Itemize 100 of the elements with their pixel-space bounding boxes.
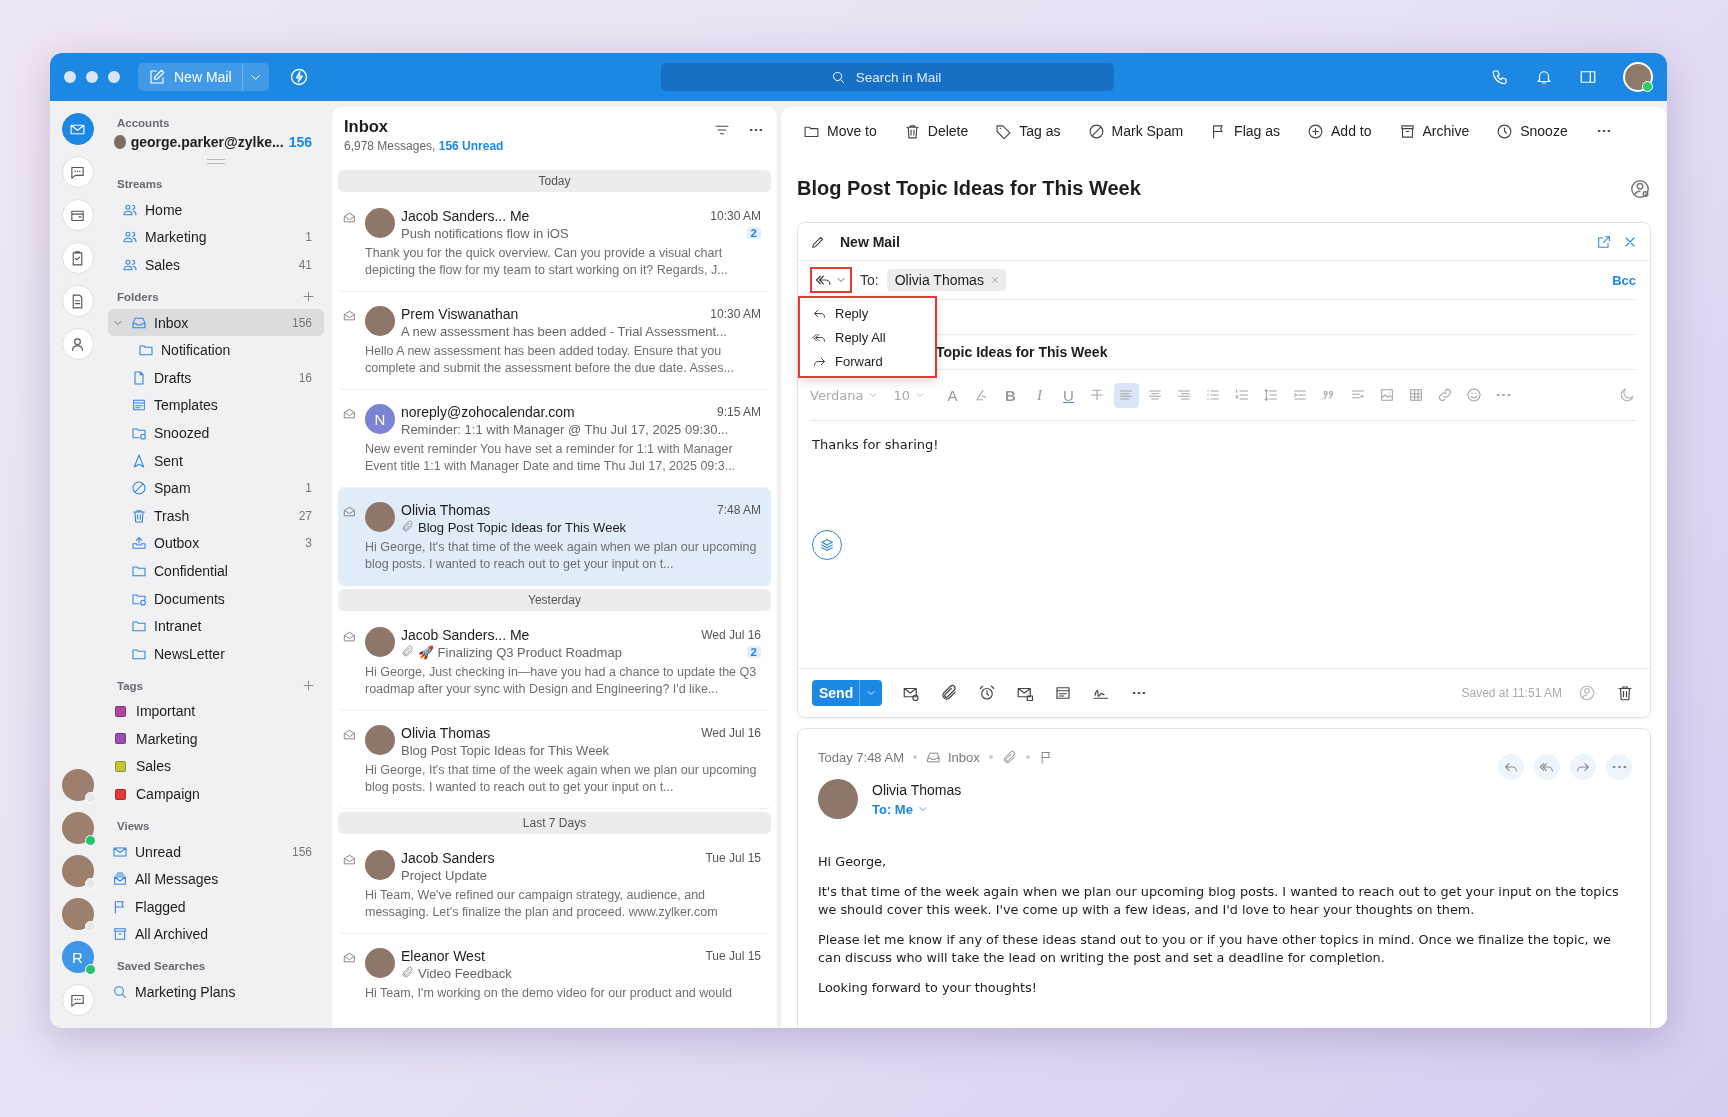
contact-avatar[interactable]: [61, 769, 94, 801]
sidebar-item[interactable]: Inbox 156: [108, 308, 324, 337]
account-item[interactable]: george.parker@zylke... 156: [108, 129, 324, 155]
forward-button[interactable]: [1570, 754, 1596, 780]
person-share-icon[interactable]: [1629, 177, 1651, 200]
add-icon[interactable]: [301, 289, 316, 305]
sidebar-item[interactable]: Snoozed: [108, 419, 324, 447]
paperclip-icon[interactable]: [940, 684, 959, 702]
user-avatar[interactable]: [1623, 62, 1653, 92]
sender-name: Jacob Sanders... Me: [401, 208, 530, 224]
sender-avatar: [365, 850, 395, 880]
trash-icon[interactable]: [1616, 684, 1634, 702]
menu-item[interactable]: Reply: [800, 301, 935, 325]
window-control[interactable]: [108, 71, 120, 83]
sidebar-item[interactable]: Spam 1: [108, 474, 324, 502]
message-folder: Inbox: [948, 749, 980, 765]
format-button[interactable]: [1113, 382, 1139, 408]
mail-item[interactable]: Eleanor West Tue Jul 15 Video Feedback Hi Team, I'm working on the demo video for our product and would: [338, 934, 771, 1028]
sidebar-item[interactable]: NewsLetter: [108, 639, 324, 668]
sender-avatar: [818, 779, 858, 819]
moon-icon[interactable]: [1618, 386, 1636, 404]
mail-item[interactable]: Jacob Sanders... Me 10:30 AM Push notifications flow in iOS 2 Thank you for the quick overview. Can you provide a visual chart depicting the flow for my team to start working on it? Regards, J...: [338, 194, 771, 292]
account-avatar: [114, 135, 126, 149]
send-options-button[interactable]: [859, 680, 883, 706]
sidebar-item[interactable]: Drafts 16: [108, 363, 324, 392]
person-share-icon[interactable]: [1578, 684, 1596, 702]
recipient-chip[interactable]: Olivia Thomas: [886, 269, 1006, 291]
sidebar-item[interactable]: Unread 156: [108, 837, 324, 866]
mail-time: 10:30 AM: [710, 209, 761, 223]
sidebar-item[interactable]: Marketing 1: [108, 223, 324, 252]
sidebar-item[interactable]: Confidential: [108, 557, 324, 585]
mail-item[interactable]: Olivia Thomas Wed Jul 16 Blog Post Topic Ideas for This Week Hi George, It's that time of the week again when we plan our upcoming blog posts. I wanted to reach out to get your input on t...: [338, 711, 771, 809]
contact-avatar[interactable]: [61, 812, 94, 844]
reply-mode-button[interactable]: [810, 267, 852, 293]
toolbar-button[interactable]: Tag as: [995, 122, 1061, 140]
toolbar-button[interactable]: Archive: [1398, 122, 1470, 140]
recipients-toggle[interactable]: To: Me: [872, 801, 962, 817]
item-count: 156: [291, 844, 312, 859]
sidebar-item[interactable]: Templates: [108, 391, 324, 420]
reply-all-button[interactable]: [1534, 754, 1560, 780]
sidebar-item[interactable]: All Messages: [108, 865, 324, 894]
mail-subject: A new assessment has been added - Trial Assessment...: [401, 324, 727, 339]
toolbar-button[interactable]: Delete: [903, 122, 969, 140]
app-switcher-button[interactable]: [61, 113, 94, 145]
contact-avatar[interactable]: [61, 855, 94, 887]
sender-name: noreply@zohocalendar.com: [401, 404, 575, 420]
resize-handle[interactable]: [207, 159, 225, 164]
chat-button[interactable]: [61, 984, 94, 1016]
search-field[interactable]: Search in Mail: [661, 63, 1114, 91]
sidebar-item[interactable]: Sent: [108, 446, 324, 475]
sidebar-item[interactable]: Notification: [108, 336, 324, 364]
link-icon: [1437, 387, 1454, 403]
alarm-clock-icon[interactable]: [978, 684, 997, 702]
pop-out-icon[interactable]: [1596, 233, 1612, 250]
unread-link[interactable]: 156 Unread: [438, 139, 504, 153]
bell-icon[interactable]: [1535, 68, 1553, 86]
sidebar-item[interactable]: Campaign: [108, 780, 324, 808]
sidebar-item[interactable]: Sales: [108, 752, 324, 781]
mail-preview: Hi Team, We've refined our campaign strategy, audience, and messaging. Let's finalize the plan and proceed. www.zylker.com: [365, 887, 719, 920]
window-control[interactable]: [64, 71, 76, 83]
sidebar-item[interactable]: Intranet: [108, 612, 324, 640]
lightning-icon[interactable]: [288, 67, 309, 87]
smiley-icon: [1466, 387, 1483, 403]
window-control[interactable]: [86, 71, 98, 83]
sidebar-item[interactable]: Important: [108, 697, 324, 726]
align-center-icon: [1147, 387, 1164, 403]
contact-avatar[interactable]: [61, 898, 94, 930]
envelope-icon: [343, 309, 356, 322]
menu-item[interactable]: Reply All: [800, 325, 935, 349]
item-count: 3: [305, 536, 312, 551]
toolbar-button[interactable]: Flag as: [1210, 122, 1281, 140]
line-spacing-icon: [1263, 387, 1280, 403]
reply-button[interactable]: [1498, 754, 1524, 780]
message-paragraph: Looking forward to your thoughts!: [818, 979, 1038, 997]
sidebar-item[interactable]: Marketing Plans: [108, 978, 324, 1006]
sender-name: Olivia Thomas: [401, 502, 491, 518]
sidebar-item[interactable]: Documents: [108, 584, 324, 613]
sidebar-item[interactable]: Flagged: [108, 893, 324, 921]
sidebar-item[interactable]: Sales 41: [108, 251, 324, 279]
toolbar-button[interactable]: Mark Spam: [1087, 122, 1184, 140]
sidebar-item[interactable]: Home: [108, 196, 324, 224]
sidebar-item[interactable]: Marketing: [108, 725, 324, 753]
template-icon[interactable]: [1054, 684, 1073, 702]
remove-icon[interactable]: [989, 275, 1000, 285]
sidebar-item[interactable]: Trash 27: [108, 501, 324, 530]
send-button[interactable]: Send: [812, 680, 860, 706]
toolbar-button[interactable]: Move to: [803, 122, 877, 140]
menu-item[interactable]: Forward: [800, 349, 935, 373]
sidebar-item[interactable]: Outbox 3: [108, 529, 324, 558]
mail-item[interactable]: Olivia Thomas 7:48 AM Blog Post Topic Ideas for This Week Hi George, It's that time of the week again when we plan our upcoming blog posts. I wanted to reach out to get your input on t...: [338, 488, 771, 586]
bcc-link[interactable]: Bcc: [1612, 272, 1636, 288]
toolbar-button[interactable]: Add to: [1307, 122, 1372, 140]
add-icon[interactable]: [301, 678, 316, 693]
side-panel-icon[interactable]: [1579, 68, 1597, 86]
sidebar-item[interactable]: All Archived: [108, 920, 324, 949]
mail-item[interactable]: Jacob Sanders Tue Jul 15 Project Update Hi Team, We've refined our campaign strategy, audience, and messaging. Let's finalize the plan and proceed. www.zylker.com: [338, 836, 771, 934]
toolbar-button[interactable]: Snooze: [1496, 122, 1568, 140]
phone-icon[interactable]: [1491, 68, 1509, 86]
mail-item[interactable]: Jacob Sanders... Me Wed Jul 16 🚀 Finalizing Q3 Product Roadmap 2 Hi George, Just checking in—have you had a chance to update the Q3 roadmap after your sync with Design and Engineering? I'd like...: [338, 613, 771, 711]
more-button[interactable]: [1606, 754, 1632, 780]
